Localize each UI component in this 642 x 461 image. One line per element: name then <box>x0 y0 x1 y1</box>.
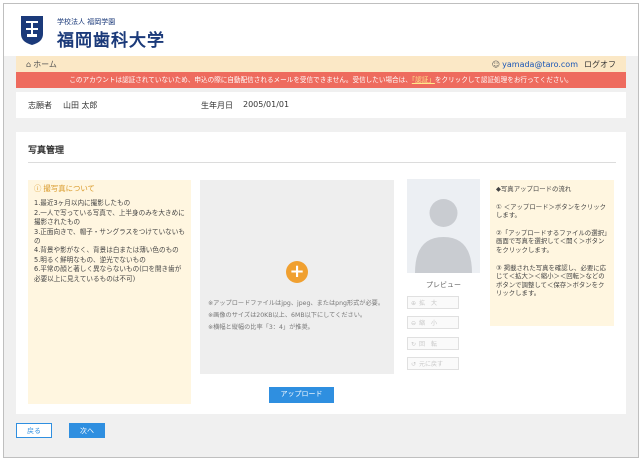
birthdate-value: 2005/01/01 <box>243 100 290 109</box>
zoom-in-label: 拡 大 <box>419 300 438 307</box>
zoom-out-button[interactable]: ⊖ 縮 小 <box>407 316 459 329</box>
reset-icon: ↺ <box>411 361 417 368</box>
user-email-link[interactable]: yamada@taro.com <box>502 60 578 69</box>
home-link[interactable]: ⌂ ホーム <box>26 59 57 70</box>
zoom-in-button[interactable]: ⊕ 拡 大 <box>407 296 459 309</box>
upload-flow-box: ◆写真アップロードの流れ ① ＜アップロード＞ボタンをクリックします。 ②「アッ… <box>490 180 614 326</box>
upload-note: ※アップロードファイルはjpg、jpeg、またはpng形式が必要。 <box>208 300 385 307</box>
plus-icon[interactable]: + <box>286 261 308 283</box>
zoom-in-icon: ⊕ <box>411 300 417 307</box>
guideline-item: 1.最近3ヶ月以内に撮影したもの <box>34 199 131 208</box>
reset-label: 元に戻す <box>419 361 444 368</box>
flow-step: ③ 掲載された写真を確認し、必要に応じて＜拡大＞＜縮小＞＜回転＞などのボタンで調… <box>496 263 607 298</box>
panel-divider <box>28 162 616 163</box>
rotate-icon: ↻ <box>411 341 417 348</box>
applicant-name: 山田 太郎 <box>63 101 98 110</box>
photo-management-panel: 写真管理 ⓘ 撮写真について 1.最近3ヶ月以内に撮影したもの 2.一人で写ってい… <box>16 132 626 414</box>
guideline-item: 2.一人で写っている写真で、上半身のみを大きめに撮影されたもの <box>34 208 185 227</box>
preview-label: プレビュー <box>426 281 461 289</box>
zoom-out-icon: ⊖ <box>411 320 417 327</box>
user-area: ☺ yamada@taro.com ログオフ <box>492 59 616 70</box>
guideline-item: 5.明るく鮮明なもの、逆光でないもの <box>34 255 146 264</box>
applicant-name-label: 志願者 <box>28 101 52 110</box>
page-frame: 学校法人 福岡学園 福岡歯科大学 ⌂ ホーム ☺ yamada@taro.com ログ… <box>3 3 639 458</box>
nav-bar: ⌂ ホーム ☺ yamada@taro.com ログオフ <box>16 56 626 72</box>
site-header: 学校法人 福岡学園 福岡歯科大学 <box>4 4 638 56</box>
auth-link[interactable]: 「認証」 <box>412 76 435 84</box>
panel-title: 写真管理 <box>28 146 65 156</box>
guidelines-heading: ⓘ 撮写真について <box>34 184 185 193</box>
reset-button[interactable]: ↺ 元に戻す <box>407 357 459 370</box>
photo-guidelines-box: ⓘ 撮写真について 1.最近3ヶ月以内に撮影したもの 2.一人で写っている写真で、… <box>28 180 191 404</box>
applicant-info-bar: 志願者 山田 太郎 生年月日 2005/01/01 <box>16 92 626 118</box>
photo-preview <box>407 179 480 273</box>
upload-drop-area[interactable]: + ※アップロードファイルはjpg、jpeg、またはpng形式が必要。 ※画像の… <box>200 180 394 374</box>
rotate-label: 回 転 <box>419 341 438 348</box>
alert-text-before: このアカウントは認証されていないため、申込の際に自動配信されるメールを受信できま… <box>69 76 412 84</box>
school-name: 福岡歯科大学 <box>57 31 165 51</box>
upload-button[interactable]: アップロード <box>269 387 334 403</box>
back-button[interactable]: 戻る <box>16 423 52 438</box>
birthdate-label: 生年月日 <box>201 101 233 110</box>
logout-link[interactable]: ログオフ <box>584 60 616 69</box>
info-icon: ⓘ <box>34 184 42 193</box>
flow-title: ◆写真アップロードの流れ <box>496 185 572 193</box>
upload-notes: ※アップロードファイルはjpg、jpeg、またはpng形式が必要。 ※画像のサイ… <box>208 298 392 334</box>
home-icon: ⌂ <box>26 60 32 69</box>
avatar-placeholder-icon <box>415 199 472 273</box>
upload-note: ※横幅と縦幅の比率「3：4」が推奨。 <box>208 324 314 331</box>
flow-step: ① ＜アップロード＞ボタンをクリックします。 <box>496 202 607 220</box>
guidelines-title: 撮写真について <box>43 184 95 193</box>
guideline-item: 3.正面向きで、帽子・サングラスをつけていないもの <box>34 227 185 246</box>
upload-note: ※画像のサイズは20KB以上、6MB以下にしてください。 <box>208 312 367 319</box>
guideline-item: 6.平常の顔と著しく異ならないもの(口を開き歯が必要以上に見えているものは不可) <box>34 265 182 283</box>
zoom-out-label: 縮 小 <box>419 320 438 327</box>
rotate-button[interactable]: ↻ 回 転 <box>407 337 459 350</box>
home-label: ホーム <box>33 60 57 69</box>
flow-step: ②「アップロードするファイルの選択」画面で写真を選択して＜開く＞ボタンをクリック… <box>496 228 608 254</box>
auth-alert-banner: このアカウントは認証されていないため、申込の際に自動配信されるメールを受信できま… <box>16 72 626 88</box>
guideline-item: 4.背景や影がなく、背景は白または薄い色のもの <box>34 246 179 255</box>
next-button[interactable]: 次へ <box>69 423 105 438</box>
user-icon: ☺ <box>491 60 501 69</box>
school-logo-icon <box>21 16 43 45</box>
alert-text-after: をクリックして認証処理をお行ってください。 <box>434 76 573 84</box>
